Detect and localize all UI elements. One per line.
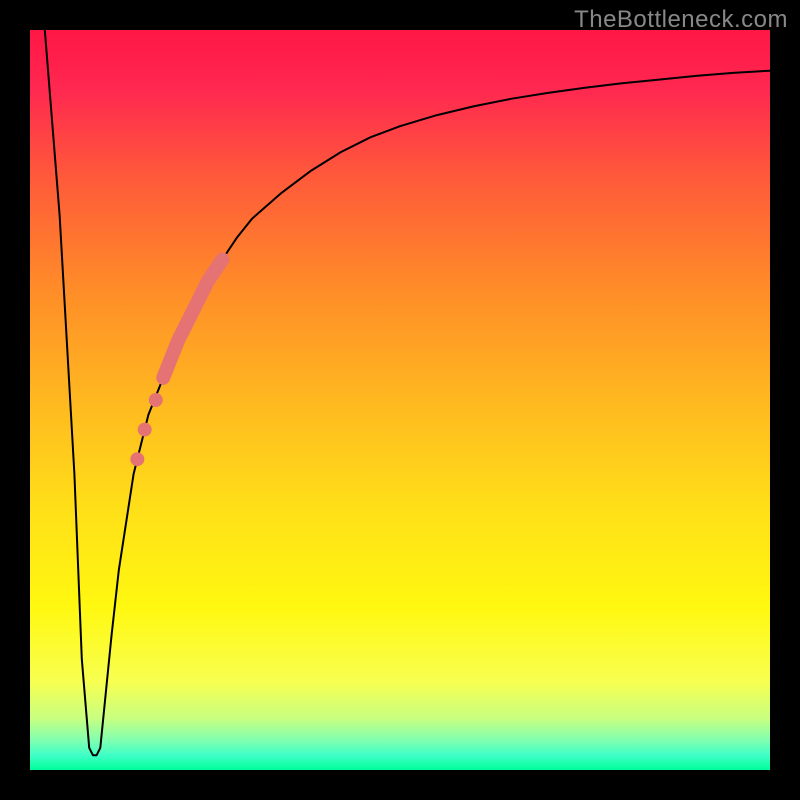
frame-right bbox=[770, 0, 800, 800]
plot-background bbox=[30, 30, 770, 770]
frame-left bbox=[0, 0, 30, 800]
bottleneck-chart bbox=[0, 0, 800, 800]
highlighted-dots-point bbox=[130, 452, 144, 466]
watermark-text: TheBottleneck.com bbox=[574, 6, 788, 34]
chart-container: TheBottleneck.com bbox=[0, 0, 800, 800]
frame-bottom bbox=[0, 770, 800, 800]
highlighted-dots-point bbox=[138, 423, 152, 437]
highlighted-dots-point bbox=[149, 393, 163, 407]
